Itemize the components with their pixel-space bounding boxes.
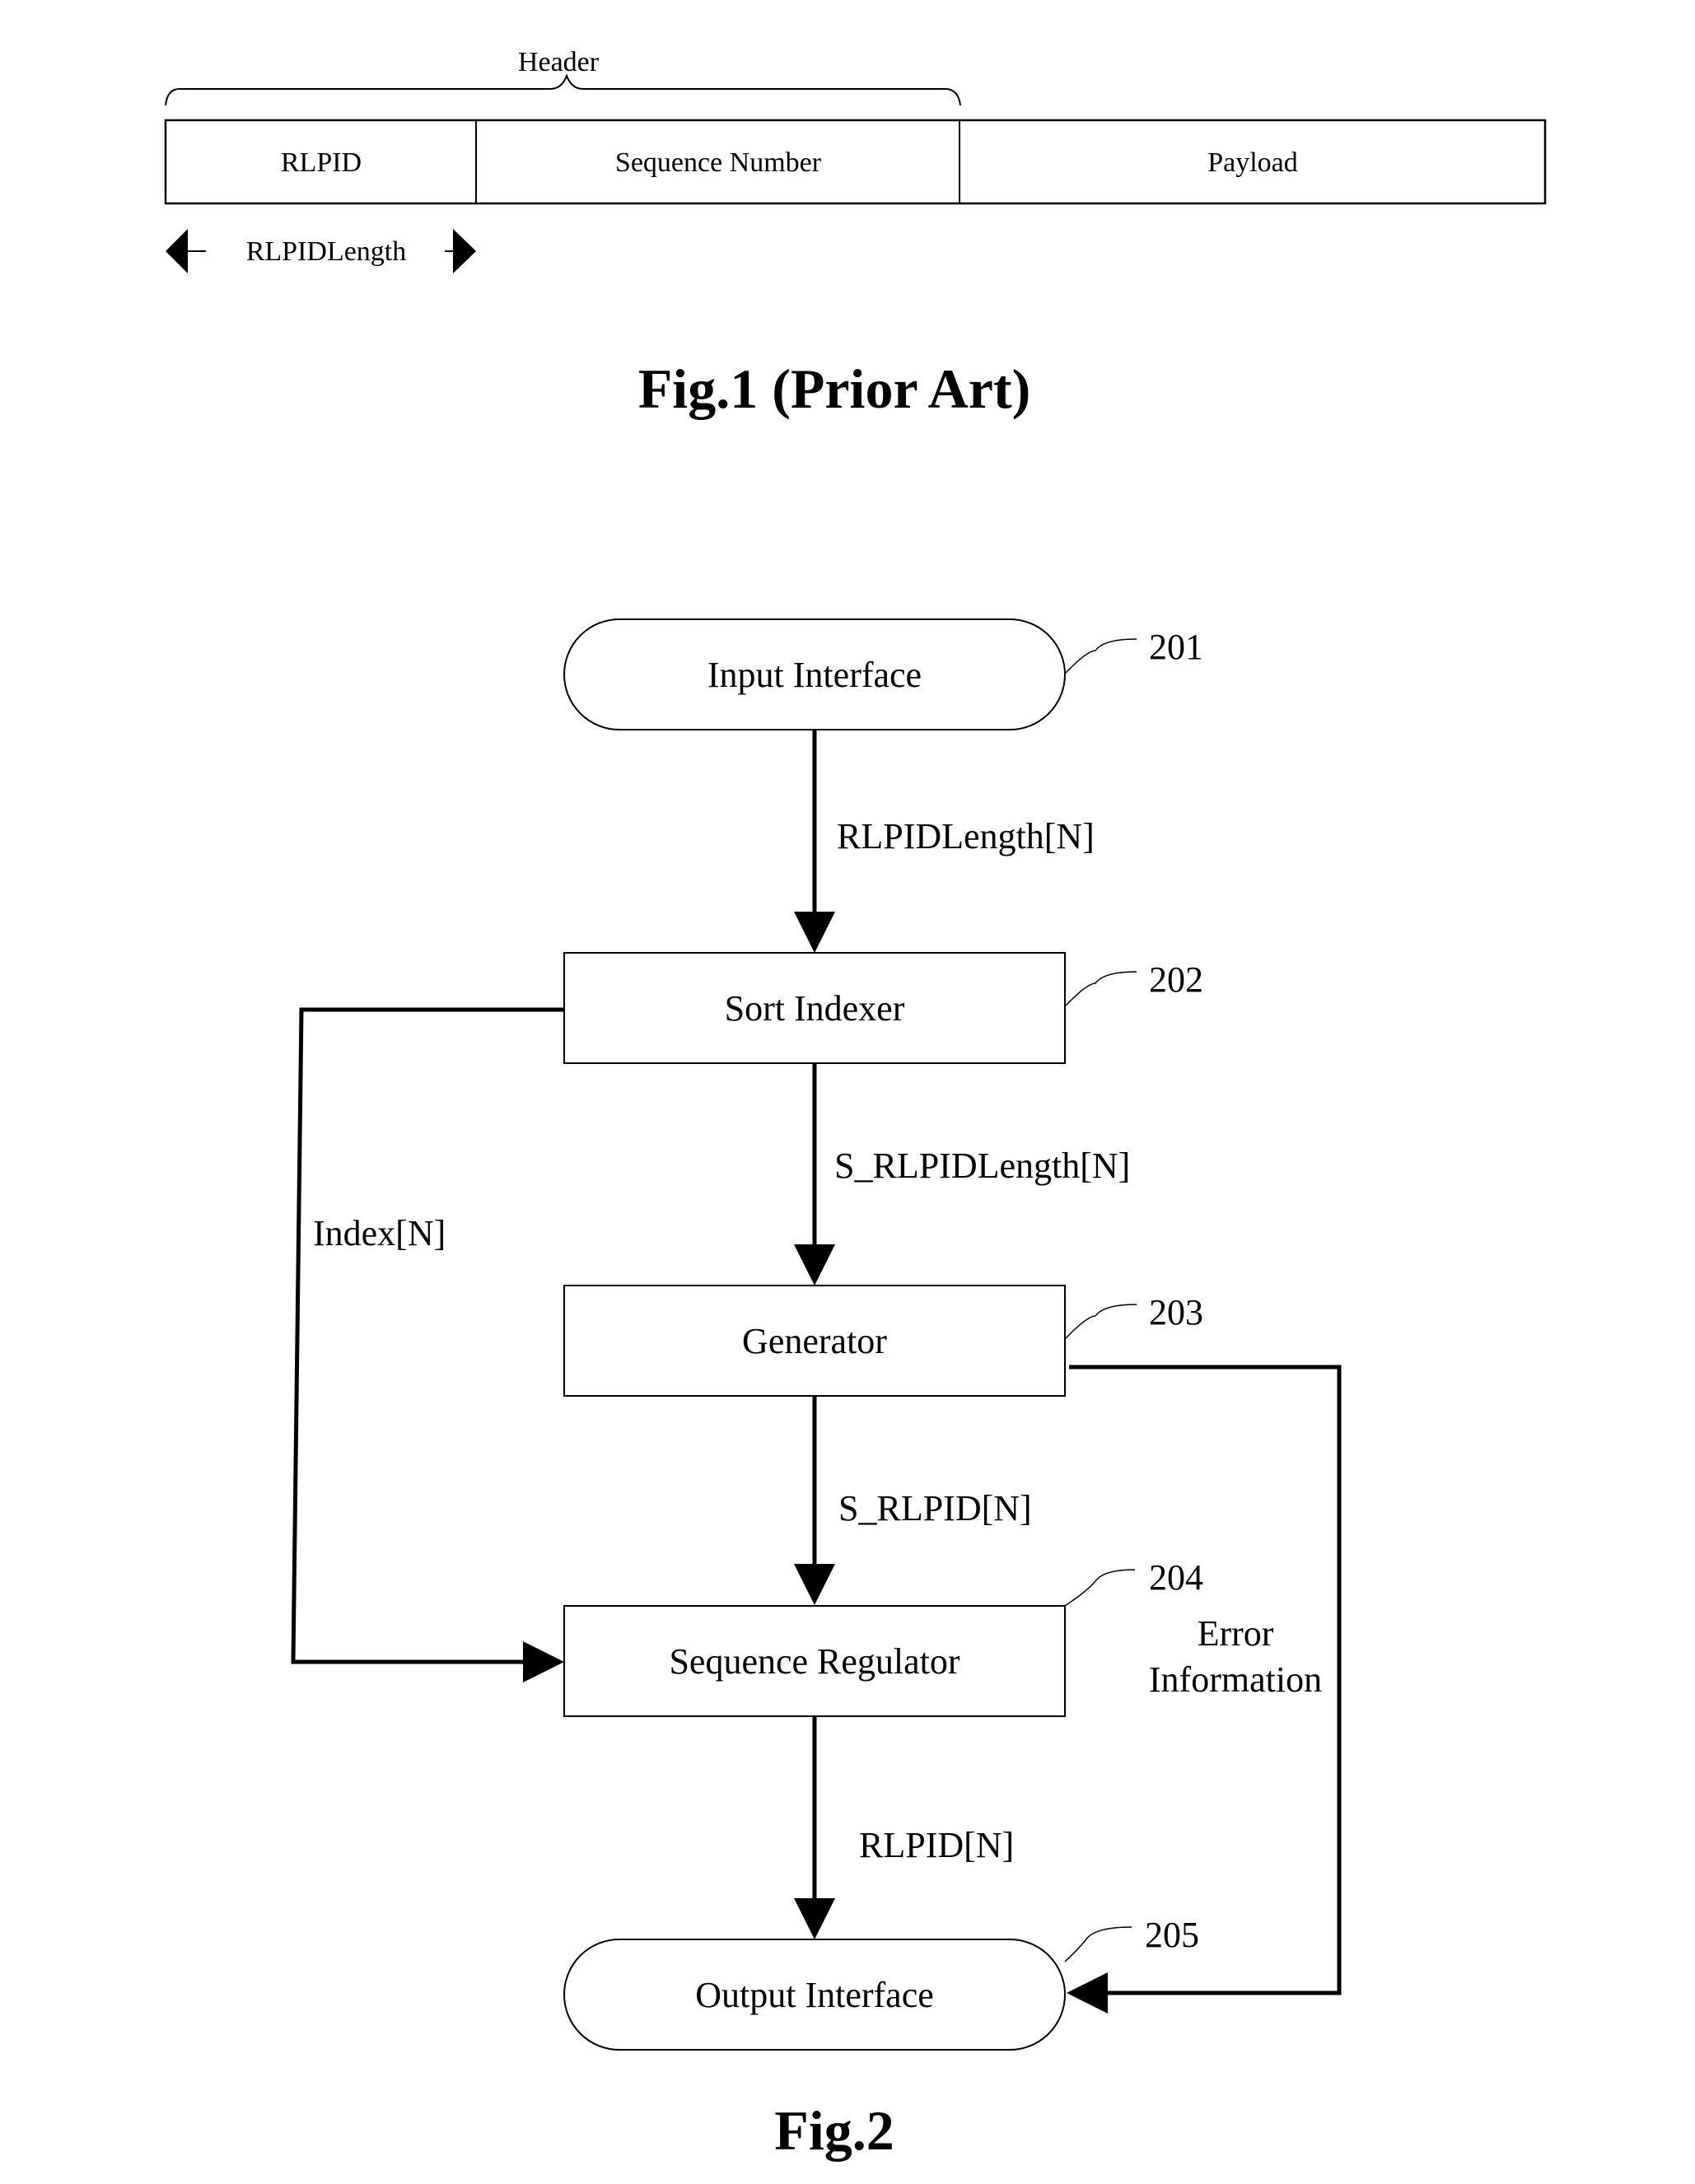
node-sort-indexer-label: Sort Indexer — [725, 988, 905, 1029]
edge-label-s-rlpid: S_RLPID[N] — [838, 1488, 1032, 1528]
edge-label-rlpidlength: RLPIDLength[N] — [837, 816, 1095, 856]
header-label: Header — [518, 47, 600, 77]
rlpid-length-label: RLPIDLength — [246, 236, 407, 267]
left-arrowhead-icon — [166, 229, 188, 273]
node-sequence-regulator-label: Sequence Regulator — [669, 1641, 960, 1682]
node-input-interface-label: Input Interface — [707, 655, 922, 695]
header-brace — [165, 73, 961, 106]
packet-outline — [164, 119, 1547, 205]
edge-label-s-rlpidlength: S_RLPIDLength[N] — [834, 1146, 1130, 1186]
ref-203: 203 — [1149, 1292, 1203, 1332]
edge-label-information: Information — [1149, 1659, 1322, 1700]
ref-leader-204 — [1064, 1569, 1136, 1607]
fig1-caption: Fig.1 (Prior Art) — [638, 357, 1030, 420]
ref-leader-203 — [1064, 1304, 1137, 1340]
edge-label-rlpid: RLPID[N] — [859, 1825, 1014, 1865]
edge-index — [291, 1007, 564, 1682]
fig1-packet-format: Header RLPID Sequence Number Payload RLP… — [164, 47, 1547, 420]
ref-201: 201 — [1149, 627, 1203, 667]
node-output-interface-label: Output Interface — [695, 1975, 934, 2015]
fig2-caption: Fig.2 — [774, 2099, 894, 2162]
ref-leader-205 — [1064, 1926, 1132, 1962]
ref-202: 202 — [1149, 959, 1203, 1000]
fig2-block-diagram: Input Interface 201 RLPIDLength[N] Sort … — [291, 618, 1342, 2162]
ref-leader-202 — [1064, 971, 1137, 1007]
patent-figures: Header RLPID Sequence Number Payload RLP… — [164, 47, 1547, 2162]
cell-sequence-number: Sequence Number — [615, 147, 822, 178]
edge-label-error: Error — [1198, 1613, 1274, 1654]
cell-rlpid: RLPID — [281, 147, 362, 178]
cell-payload: Payload — [1207, 147, 1298, 178]
right-arrowhead-icon — [453, 229, 476, 273]
edge-label-index: Index[N] — [313, 1213, 446, 1253]
ref-205: 205 — [1145, 1915, 1199, 1955]
ref-leader-201 — [1064, 638, 1137, 674]
node-generator-label: Generator — [742, 1321, 887, 1361]
ref-204: 204 — [1149, 1557, 1203, 1598]
